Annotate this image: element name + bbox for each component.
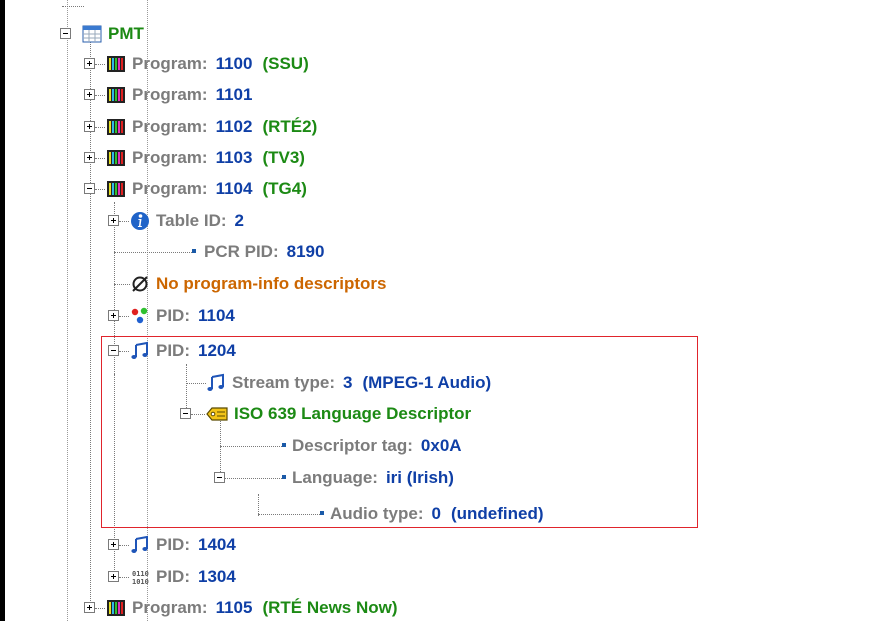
expand-toggle[interactable] (108, 215, 119, 226)
tree-connector (62, 6, 84, 7)
program-name: (TG4) (262, 179, 307, 198)
pid-label: PID: (156, 567, 190, 586)
pid-label: PID: (156, 535, 190, 554)
program-label: Program: (132, 598, 208, 617)
no-descriptors-text: No program-info descriptors (156, 274, 387, 293)
audio-type-label: Audio type: (330, 504, 424, 523)
table-id-value: 2 (234, 211, 244, 230)
pcr-pid-label: PCR PID: (204, 242, 279, 261)
program-number: 1102 (215, 117, 253, 136)
program-label: Program: (132, 54, 208, 73)
program-name: (RTÉ2) (262, 117, 318, 136)
program-bars-icon (107, 181, 125, 197)
program-bars-icon (107, 150, 125, 166)
pcr-pid-value: 8190 (286, 242, 325, 261)
program-number: 1100 (215, 54, 253, 73)
bullet-icon (282, 475, 286, 479)
program-bars-icon (107, 56, 125, 72)
expand-toggle[interactable] (84, 121, 95, 132)
program-name: (TV3) (262, 148, 305, 167)
audio-type-value: 0 (431, 504, 441, 523)
collapse-toggle[interactable] (214, 472, 225, 483)
pid-label: PID: (156, 306, 190, 325)
expand-toggle[interactable] (84, 89, 95, 100)
empty-set-icon (132, 276, 148, 292)
program-bars-icon (107, 119, 125, 135)
pid-value: 1304 (198, 567, 236, 586)
bullet-icon (282, 443, 286, 447)
audio-type-desc: (undefined) (450, 504, 544, 523)
table-id-label: Table ID: (156, 211, 227, 230)
program-number: 1103 (215, 148, 253, 167)
bullet-icon (320, 511, 324, 515)
program-label: Program: (132, 117, 208, 136)
collapse-toggle[interactable] (84, 183, 95, 194)
program-label: Program: (132, 148, 208, 167)
pmt-label: PMT (108, 24, 144, 43)
expand-toggle[interactable] (84, 152, 95, 163)
expand-toggle[interactable] (108, 571, 119, 582)
stream-type-desc: (MPEG-1 Audio) (362, 373, 492, 392)
program-bars-icon (107, 87, 125, 103)
program-label: Program: (132, 85, 208, 104)
program-number: 1105 (215, 598, 253, 617)
window-left-border (0, 0, 5, 621)
stream-type-value: 3 (342, 373, 353, 392)
language-value: iri (Irish) (385, 468, 454, 487)
expand-toggle[interactable] (108, 310, 119, 321)
svg-text:0110: 0110 (132, 570, 149, 578)
pid-value: 1204 (198, 341, 236, 360)
pid-label: PID: (156, 341, 190, 360)
expand-toggle[interactable] (108, 539, 119, 550)
highlight-box (101, 336, 698, 528)
bullet-icon (192, 249, 196, 253)
program-number: 1101 (215, 85, 253, 104)
program-bars-icon (107, 600, 125, 616)
language-label: Language: (292, 468, 378, 487)
program-name: (RTÉ News Now) (262, 598, 398, 617)
svg-text:1010: 1010 (132, 578, 149, 586)
iso639-label: ISO 639 Language Descriptor (234, 404, 472, 423)
descriptor-tag-label: Descriptor tag: (292, 436, 413, 455)
program-name: (SSU) (262, 54, 309, 73)
collapse-toggle[interactable] (60, 28, 71, 39)
pid-value: 1104 (198, 306, 235, 325)
music-note-icon (131, 535, 148, 553)
tree-guide-line (67, 0, 69, 621)
music-note-icon (207, 373, 224, 391)
descriptor-tag-value: 0x0A (420, 436, 462, 455)
collapse-toggle[interactable] (180, 408, 191, 419)
info-icon (131, 212, 149, 230)
pid-value: 1404 (198, 535, 236, 554)
expand-toggle[interactable] (84, 58, 95, 69)
music-note-icon (131, 341, 148, 359)
color-dots-icon (131, 307, 148, 324)
binary-icon: 0110 1010 (132, 570, 149, 586)
program-label: Program: (132, 179, 208, 198)
collapse-toggle[interactable] (108, 345, 119, 356)
tag-icon (206, 407, 228, 421)
table-icon (82, 25, 102, 43)
stream-type-label: Stream type: (232, 373, 335, 392)
expand-toggle[interactable] (84, 602, 95, 613)
program-number: 1104 (215, 179, 253, 198)
